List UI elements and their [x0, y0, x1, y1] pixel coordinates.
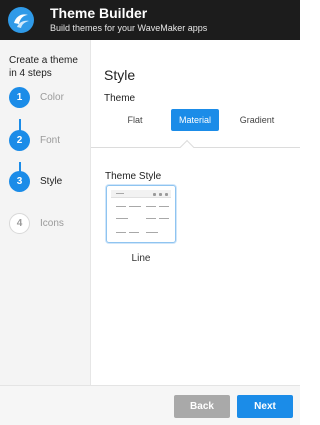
card-preview-line	[116, 193, 124, 194]
app-header: Theme Builder Build themes for your Wave…	[0, 0, 300, 40]
card-preview-line	[159, 206, 169, 207]
card-preview-dot	[153, 193, 156, 196]
step-label: Font	[40, 135, 61, 146]
step-number: 3	[9, 171, 30, 192]
theme-style-label: Theme Style	[105, 171, 162, 182]
card-preview-line	[146, 218, 156, 219]
step-icons[interactable]: 4 Icons	[0, 211, 91, 237]
card-preview-line	[159, 218, 169, 219]
card-preview-line	[116, 206, 126, 207]
back-button[interactable]: Back	[174, 395, 230, 418]
step-label: Color	[40, 92, 64, 103]
card-preview-line	[146, 232, 158, 233]
tab-pointer	[179, 139, 195, 155]
style-option-label: Line	[131, 253, 151, 264]
card-preview-line	[129, 232, 139, 233]
wizard-footer: Back Next	[0, 385, 300, 425]
card-preview-dot	[165, 193, 168, 196]
step-number: 4	[9, 213, 30, 234]
section-title: Style	[104, 67, 136, 83]
step-number: 2	[9, 130, 30, 151]
card-preview-line	[129, 206, 141, 207]
tab-flat[interactable]: Flat	[108, 109, 162, 131]
tab-divider	[91, 147, 300, 148]
step-font[interactable]: 2 Font	[0, 128, 91, 154]
step-number: 1	[9, 87, 30, 108]
style-option-line[interactable]	[106, 185, 176, 243]
main-panel: Style Theme Flat Material Gradient Theme…	[91, 40, 300, 385]
next-button[interactable]: Next	[237, 395, 293, 418]
app-title: Theme Builder	[50, 5, 148, 21]
tab-material[interactable]: Material	[171, 109, 219, 131]
step-label: Icons	[40, 218, 64, 229]
step-color[interactable]: 1 Color	[0, 85, 91, 111]
card-preview-line	[116, 218, 128, 219]
step-style[interactable]: 3 Style	[0, 169, 91, 195]
app-subtitle: Build themes for your WaveMaker apps	[50, 23, 208, 33]
card-preview-bar	[111, 190, 171, 198]
card-preview-line	[146, 206, 156, 207]
step-label: Style	[40, 176, 63, 187]
tab-gradient[interactable]: Gradient	[231, 109, 283, 131]
card-preview-dot	[159, 193, 162, 196]
theme-label: Theme	[104, 93, 136, 104]
card-preview-line	[116, 232, 126, 233]
sidebar-heading: Create a theme in 4 steps	[9, 55, 78, 79]
wavemaker-logo-icon	[8, 7, 34, 33]
steps-sidebar: Create a theme in 4 steps 1 Color 2 Font…	[0, 40, 91, 385]
